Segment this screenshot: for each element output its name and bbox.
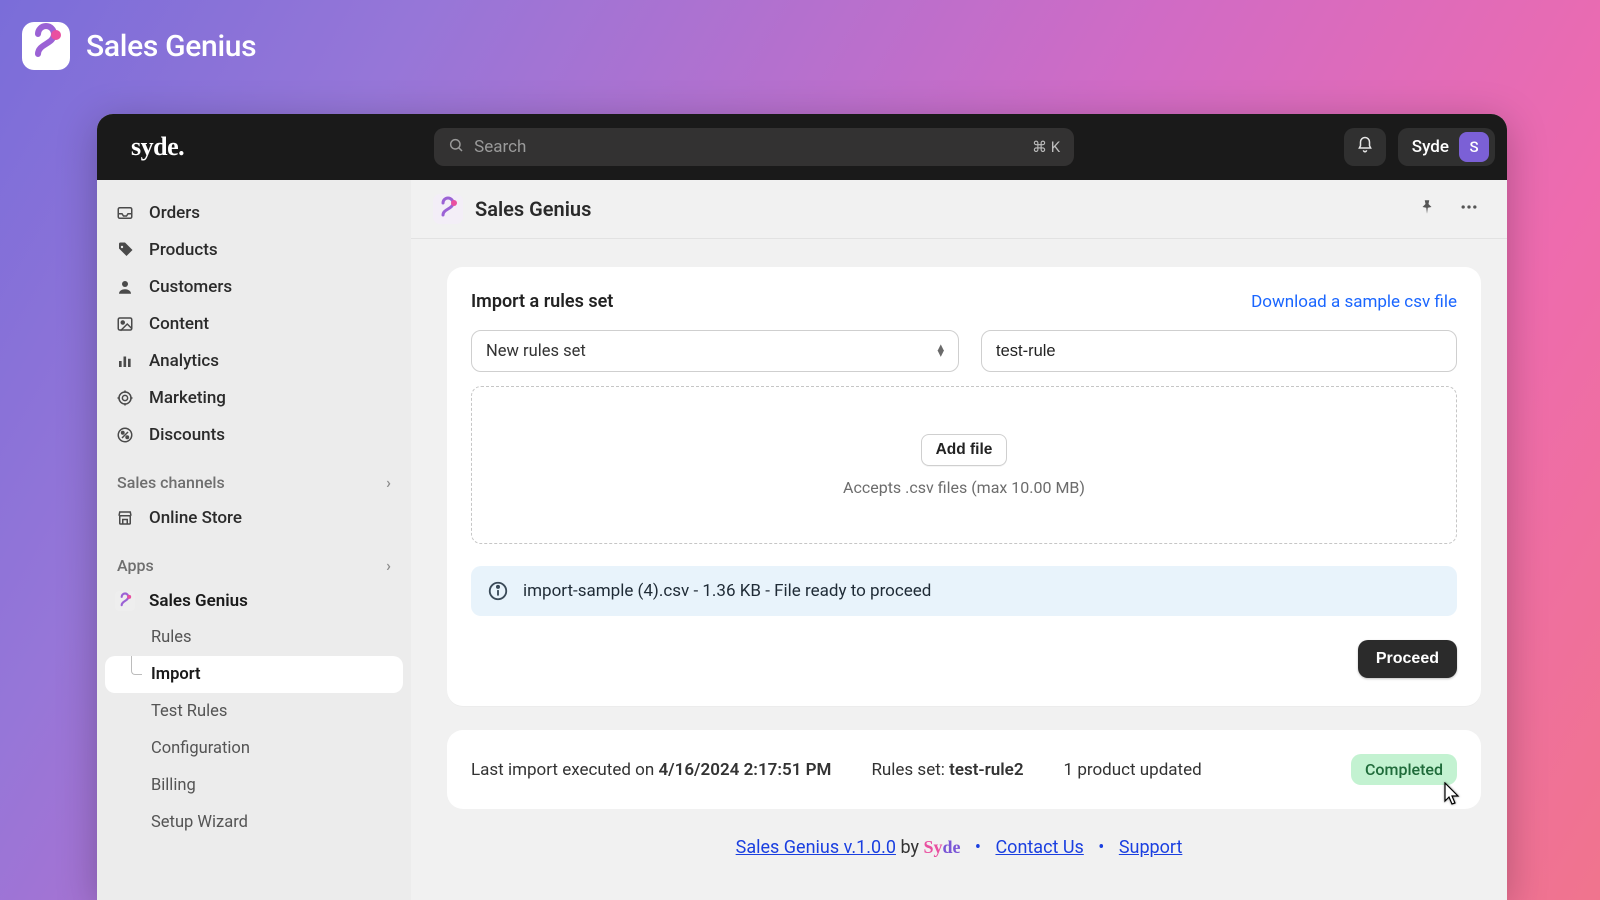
chevron-right-icon: › — [386, 473, 391, 492]
sidebar-sub-configuration[interactable]: Configuration — [105, 730, 403, 767]
info-icon — [487, 580, 509, 602]
percent-icon — [115, 425, 135, 445]
section-label: Apps — [117, 556, 154, 575]
sidebar-sub-import[interactable]: Import — [105, 656, 403, 693]
bell-icon — [1356, 136, 1374, 158]
overlay-brand-name: Sales Genius — [86, 29, 256, 64]
add-file-button[interactable]: Add file — [921, 434, 1008, 466]
topbar: syde Search ⌘ K Syde S — [97, 114, 1507, 180]
sidebar-app-label: Sales Genius — [149, 591, 248, 611]
tag-icon — [115, 240, 135, 260]
search-icon — [448, 137, 464, 157]
sales-genius-logo-icon — [20, 20, 72, 72]
sales-genius-icon — [433, 194, 463, 224]
sales-genius-icon — [115, 591, 135, 611]
more-button[interactable] — [1457, 197, 1481, 221]
sidebar-item-label: Products — [149, 240, 218, 260]
chevron-right-icon: › — [386, 556, 391, 575]
sidebar-item-label: Test Rules — [151, 702, 227, 721]
syde-wordmark: syde — [131, 132, 184, 162]
footer-syde-brand: Syde — [923, 837, 960, 857]
sidebar-sub-test-rules[interactable]: Test Rules — [105, 693, 403, 730]
sidebar-item-orders[interactable]: Orders — [105, 194, 403, 231]
sidebar-item-label: Online Store — [149, 508, 242, 528]
notifications-button[interactable] — [1344, 128, 1386, 166]
dots-icon — [1459, 197, 1479, 221]
sidebar-sub-rules[interactable]: Rules — [105, 619, 403, 656]
sidebar-item-label: Rules — [151, 628, 192, 647]
status-badge: Completed — [1351, 754, 1457, 785]
dropzone-hint: Accepts .csv files (max 10.00 MB) — [843, 478, 1085, 497]
sidebar-item-label: Customers — [149, 277, 232, 297]
sidebar-item-analytics[interactable]: Analytics — [105, 342, 403, 379]
sidebar-item-online-store[interactable]: Online Store — [105, 499, 403, 536]
footer-version-link[interactable]: Sales Genius v.1.0.0 — [736, 837, 896, 858]
user-icon — [115, 277, 135, 297]
sidebar-item-discounts[interactable]: Discounts — [105, 416, 403, 453]
rules-name-input-wrapper — [981, 330, 1457, 372]
last-import-time: Last import executed on 4/16/2024 2:17:5… — [471, 760, 831, 780]
footer: Sales Genius v.1.0.0 by Syde • Contact U… — [411, 837, 1507, 858]
proceed-button[interactable]: Proceed — [1358, 640, 1457, 678]
section-sales-channels[interactable]: Sales channels › — [105, 465, 403, 499]
sidebar-item-customers[interactable]: Customers — [105, 268, 403, 305]
sidebar-sub-billing[interactable]: Billing — [105, 767, 403, 804]
footer-support-link[interactable]: Support — [1119, 837, 1183, 858]
last-import-summary: 1 product updated — [1064, 760, 1202, 780]
file-dropzone[interactable]: Add file Accepts .csv files (max 10.00 M… — [471, 386, 1457, 544]
bars-icon — [115, 351, 135, 371]
page-header: Sales Genius — [411, 180, 1507, 239]
download-sample-link[interactable]: Download a sample csv file — [1251, 292, 1457, 312]
footer-by: by — [900, 837, 923, 858]
sidebar-item-label: Orders — [149, 203, 200, 223]
target-icon — [115, 388, 135, 408]
search-shortcut: ⌘ K — [1032, 138, 1060, 156]
file-info-text: import-sample (4).csv - 1.36 KB - File r… — [523, 581, 931, 601]
sidebar-item-label: Discounts — [149, 425, 225, 445]
rules-name-input[interactable] — [996, 342, 1442, 361]
account-name: Syde — [1412, 137, 1449, 157]
sidebar-item-label: Import — [151, 665, 201, 684]
sidebar-sub-setup-wizard[interactable]: Setup Wizard — [105, 804, 403, 841]
sidebar-item-content[interactable]: Content — [105, 305, 403, 342]
overlay-brand: Sales Genius — [20, 20, 256, 72]
sidebar-item-label: Analytics — [149, 351, 219, 371]
sidebar-item-products[interactable]: Products — [105, 231, 403, 268]
sidebar-app-salesgenius[interactable]: Sales Genius — [105, 582, 403, 619]
inbox-icon — [115, 203, 135, 223]
sidebar-item-label: Setup Wizard — [151, 813, 248, 832]
search-placeholder: Search — [474, 137, 1022, 157]
last-import-rules-set: Rules set: test-rule2 — [871, 760, 1023, 780]
account-menu[interactable]: Syde S — [1398, 128, 1495, 166]
select-chevrons-icon: ▴▾ — [937, 345, 944, 357]
footer-dot: • — [1098, 837, 1104, 858]
pin-button[interactable] — [1415, 197, 1439, 221]
sidebar-item-label: Content — [149, 314, 209, 334]
file-info-banner: import-sample (4).csv - 1.36 KB - File r… — [471, 566, 1457, 616]
select-value: New rules set — [486, 342, 586, 361]
main-content: Sales Genius Import a rules set Download… — [411, 180, 1507, 900]
section-label: Sales channels — [117, 473, 225, 492]
page-title: Sales Genius — [475, 197, 591, 221]
sidebar-item-label: Configuration — [151, 739, 250, 758]
pin-icon — [1418, 198, 1436, 220]
footer-dot: • — [975, 837, 981, 858]
footer-contact-link[interactable]: Contact Us — [995, 837, 1083, 858]
sidebar-item-label: Billing — [151, 776, 196, 795]
sidebar-item-label: Marketing — [149, 388, 226, 408]
last-import-card: Last import executed on 4/16/2024 2:17:5… — [447, 730, 1481, 809]
rules-set-select[interactable]: New rules set ▴▾ — [471, 330, 959, 372]
import-heading: Import a rules set — [471, 291, 613, 312]
app-window: syde Search ⌘ K Syde S Orders — [97, 114, 1507, 900]
avatar: S — [1459, 132, 1489, 162]
sidebar-item-marketing[interactable]: Marketing — [105, 379, 403, 416]
section-apps[interactable]: Apps › — [105, 548, 403, 582]
global-search[interactable]: Search ⌘ K — [434, 128, 1074, 166]
image-icon — [115, 314, 135, 334]
import-card: Import a rules set Download a sample csv… — [447, 267, 1481, 706]
store-icon — [115, 508, 135, 528]
sidebar: Orders Products Customers Content Analyt… — [97, 180, 411, 900]
